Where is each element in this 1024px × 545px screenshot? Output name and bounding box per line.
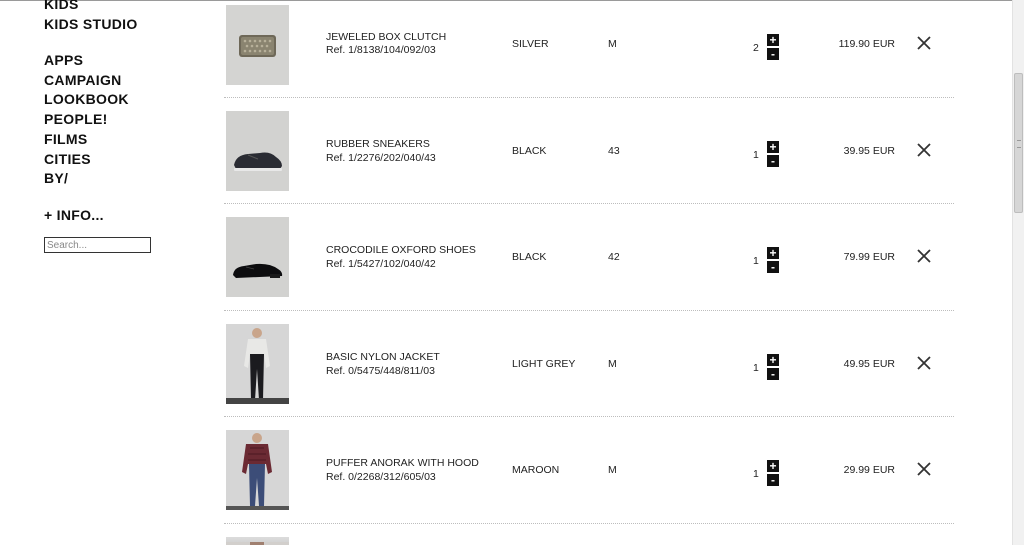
product-size: M [608,357,617,370]
next-product-image[interactable] [226,537,289,545]
nav-item-info[interactable]: + INFO... [44,206,104,226]
product-size: 42 [608,251,620,264]
increase-quantity-button[interactable]: + [767,34,779,46]
decrease-quantity-button[interactable]: - [767,474,779,487]
product-color: BLACK [512,144,547,157]
search-input[interactable] [44,237,151,253]
nav-item-by[interactable]: BY/ [44,169,129,189]
nav-item-films[interactable]: FILMS [44,130,129,150]
quantity-value: 1 [753,148,759,161]
product-ref: Ref. 1/2276/202/040/43 [326,151,436,164]
product-ref: Ref. 0/5475/448/811/03 [326,364,435,377]
cart-row: CROCODILE OXFORD SHOES Ref. 1/5427/102/0… [224,204,954,311]
clutch-image[interactable] [226,5,289,85]
product-name[interactable]: BASIC NYLON JACKET [326,351,440,363]
decrease-quantity-button[interactable]: - [767,48,779,60]
product-size: M [608,464,617,477]
product-name[interactable]: CROCODILE OXFORD SHOES [326,244,476,256]
scrollbar-thumb[interactable] [1014,73,1023,213]
decrease-quantity-button[interactable]: - [767,261,779,274]
cart-row: RUBBER SNEAKERS Ref. 1/2276/202/040/43 B… [224,98,954,205]
product-ref: Ref. 1/5427/102/040/42 [326,258,436,271]
product-price: 49.95 EUR [843,357,895,370]
product-price: 39.95 EUR [843,144,895,157]
increase-quantity-button[interactable]: + [767,247,779,260]
cart-row: PUFFER ANORAK WITH HOOD Ref. 0/2268/312/… [224,417,954,524]
decrease-quantity-button[interactable]: - [767,367,779,380]
quantity-value: 1 [753,361,759,374]
cart-row: JEWELED BOX CLUTCH Ref. 1/8138/104/092/0… [224,0,954,98]
product-size: 43 [608,144,620,157]
increase-quantity-button[interactable]: + [767,140,779,153]
product-price: 29.99 EUR [843,464,895,477]
product-ref: Ref. 1/8138/104/092/03 [326,44,436,56]
product-price: 119.90 EUR [838,38,895,50]
product-price: 79.99 EUR [843,251,895,264]
nav-item-apps[interactable]: APPS [44,51,129,71]
nav-item-kids[interactable]: KIDS [44,0,138,15]
product-color: BLACK [512,251,547,264]
remove-item-icon[interactable] [916,355,932,371]
nav-item-people[interactable]: PEOPLE! [44,110,129,130]
product-ref: Ref. 0/2268/312/605/03 [326,471,436,484]
increase-quantity-button[interactable]: + [767,460,779,473]
remove-item-icon[interactable] [916,35,932,51]
product-name[interactable]: RUBBER SNEAKERS [326,138,430,150]
nav-item-lookbook[interactable]: LOOKBOOK [44,90,129,110]
product-color: LIGHT GREY [512,357,576,370]
nav-item-cities[interactable]: CITIES [44,150,129,170]
product-name[interactable]: JEWELED BOX CLUTCH [326,31,446,43]
jacket-model-image[interactable] [226,323,289,404]
quantity-value: 2 [753,42,759,54]
vertical-scrollbar[interactable] [1012,0,1024,545]
quantity-value: 1 [753,255,759,268]
decrease-quantity-button[interactable]: - [767,154,779,167]
page: KIDS KIDS STUDIO APPS CAMPAIGN LOOKBOOK … [0,0,1024,545]
quantity-value: 1 [753,468,759,481]
product-name[interactable]: PUFFER ANORAK WITH HOOD [326,457,479,469]
nav-item-campaign[interactable]: CAMPAIGN [44,71,129,91]
remove-item-icon[interactable] [916,248,932,264]
anorak-model-image[interactable] [226,430,289,511]
increase-quantity-button[interactable]: + [767,353,779,366]
cart-row: BASIC NYLON JACKET Ref. 0/5475/448/811/0… [224,311,954,418]
remove-item-icon[interactable] [916,461,932,477]
remove-item-icon[interactable] [916,142,932,158]
nav-group-main: APPS CAMPAIGN LOOKBOOK PEOPLE! FILMS CIT… [44,51,129,189]
product-size: M [608,38,617,50]
nav-item-kids-studio[interactable]: KIDS STUDIO [44,15,138,35]
scrollbar-grip-icon [1017,140,1021,148]
sneaker-image[interactable] [226,110,289,191]
oxford-shoe-image[interactable] [226,217,289,298]
product-color: SILVER [512,38,549,50]
nav-group-kids: KIDS KIDS STUDIO [44,0,138,34]
product-color: MAROON [512,464,560,477]
